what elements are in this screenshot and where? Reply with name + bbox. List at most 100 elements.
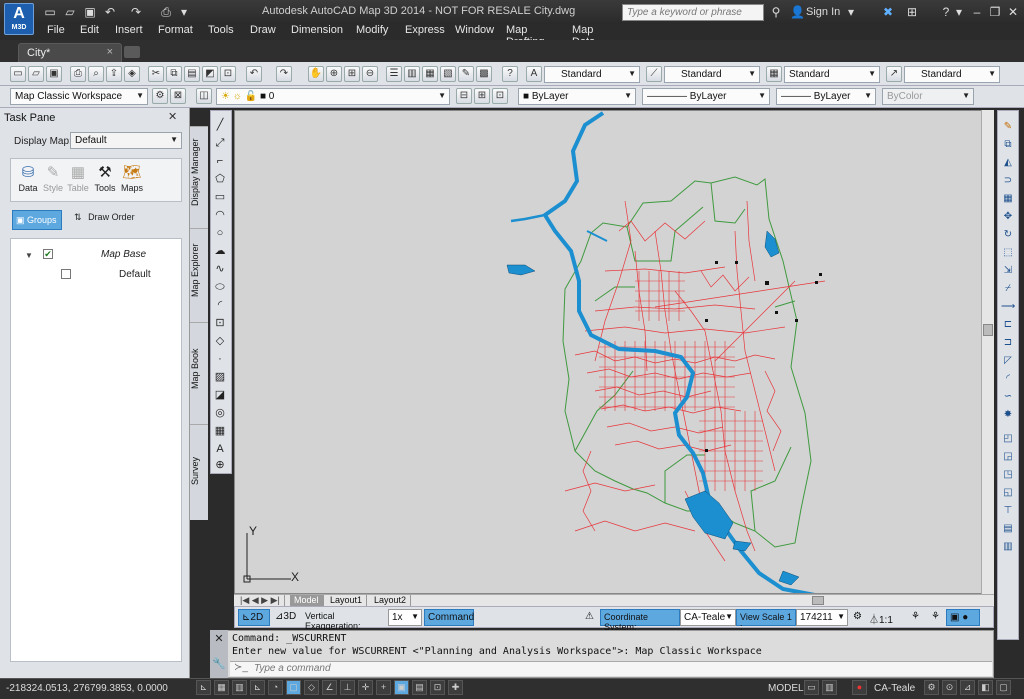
tools-button[interactable]: ⚒ Tools xyxy=(90,163,120,193)
scale-icon[interactable]: ⬚ xyxy=(1001,246,1015,260)
mirror-icon[interactable]: ◭ xyxy=(1001,156,1015,170)
sheet-set-icon[interactable]: ▧ xyxy=(440,66,456,82)
close-tab-icon[interactable]: × xyxy=(107,46,113,58)
lineweight-dropdown[interactable]: ——— ByLayer ▼ xyxy=(776,88,876,105)
point-icon[interactable]: · xyxy=(213,352,227,366)
tab-layout1[interactable]: Layout1 xyxy=(326,595,368,606)
zoom-previous-icon[interactable]: ⊖ xyxy=(362,66,378,82)
command-button[interactable]: Command xyxy=(424,609,474,626)
coordinate-system-dropdown[interactable]: CA-Teale ▼ xyxy=(680,609,736,626)
menu-tools[interactable]: Tools xyxy=(208,24,234,36)
3d-object-snap-icon[interactable]: ◇ xyxy=(304,680,319,695)
draw-order-above-icon[interactable]: ◳ xyxy=(1001,468,1015,482)
lineweight-icon[interactable]: + xyxy=(376,680,391,695)
multileader-style-icon[interactable]: ↗ xyxy=(886,66,902,82)
restore-icon[interactable]: ❐ xyxy=(988,4,1002,20)
hatch-back-icon[interactable]: ▤ xyxy=(1001,522,1015,536)
annotations-front-icon[interactable]: ▥ xyxy=(1001,540,1015,554)
markup-icon[interactable]: ✎ xyxy=(458,66,474,82)
new-tab-button[interactable] xyxy=(124,46,140,58)
vertical-exaggeration-dropdown[interactable]: 1x ▼ xyxy=(388,609,422,626)
help-icon[interactable]: ? xyxy=(502,66,518,82)
menu-format[interactable]: Format xyxy=(158,24,193,36)
model-space-toggle[interactable]: MODEL xyxy=(768,683,804,694)
dynamic-ucs-icon[interactable]: ⊥ xyxy=(340,680,355,695)
object-snap-tracking-icon[interactable]: ∠ xyxy=(322,680,337,695)
table-button[interactable]: ▦ Table xyxy=(63,163,93,193)
workspace-save-icon[interactable]: ⊠ xyxy=(170,88,186,104)
auto-scale-icon[interactable]: ⚘ xyxy=(928,609,946,626)
horizontal-scroll-thumb[interactable] xyxy=(812,596,824,605)
annotation-monitor-icon[interactable]: ✚ xyxy=(448,680,463,695)
view-3d-button[interactable]: ⊿3D xyxy=(272,609,302,626)
layer-dropdown[interactable]: ☀ ☼ 🔓 ■ 0 ▼ xyxy=(216,88,450,105)
menu-modify[interactable]: Modify xyxy=(356,24,388,36)
table-style-dropdown[interactable]: Standard ▼ xyxy=(784,66,880,83)
properties-icon[interactable]: ☰ xyxy=(386,66,402,82)
rotate-icon[interactable]: ↻ xyxy=(1001,228,1015,242)
layer-properties-icon[interactable]: ◫ xyxy=(196,88,212,104)
color-dropdown[interactable]: ■ ByLayer ▼ xyxy=(518,88,636,105)
help-icon[interactable]: ? xyxy=(938,4,954,20)
tool-palettes-icon[interactable]: ▦ xyxy=(422,66,438,82)
command-window-handle[interactable]: ✕ 🔧 xyxy=(210,630,228,678)
draw-order-front-icon[interactable]: ◰ xyxy=(1001,432,1015,446)
plot-icon[interactable]: ⎙ xyxy=(70,66,86,82)
command-input[interactable]: Type a command xyxy=(230,661,992,676)
plot-preview-icon[interactable]: ⌕ xyxy=(88,66,104,82)
make-current-layer-icon[interactable]: ⊟ xyxy=(456,88,472,104)
hardware-acceleration-icon[interactable]: ◧ xyxy=(978,680,993,695)
infer-constraints-icon[interactable]: ⊾ xyxy=(196,680,211,695)
region-icon[interactable]: ◎ xyxy=(213,406,227,420)
ortho-mode-icon[interactable]: ⊾ xyxy=(250,680,265,695)
lock-ui-icon[interactable]: ⊙ xyxy=(942,680,957,695)
binoculars-icon[interactable]: ⚲ xyxy=(768,4,784,20)
vertical-scroll-thumb[interactable] xyxy=(983,324,993,336)
draw-order-below-icon[interactable]: ◱ xyxy=(1001,486,1015,500)
new-file-icon[interactable]: ▭ xyxy=(42,4,58,20)
layout-nav-first-icon[interactable]: |◀ ◀ ▶ ▶| xyxy=(236,595,285,606)
view-scale-dropdown[interactable]: 174211 ▼ xyxy=(796,609,848,626)
arc-icon[interactable]: ◠ xyxy=(213,208,227,222)
tab-survey[interactable]: Survey xyxy=(190,424,208,520)
document-tab-city[interactable]: City* × xyxy=(18,43,122,62)
warning-icon[interactable]: ⚠ xyxy=(582,609,600,626)
new-icon[interactable]: ▭ xyxy=(10,66,26,82)
calculator-icon[interactable]: ▩ xyxy=(476,66,492,82)
print-icon[interactable]: ⎙ xyxy=(158,4,174,20)
hatch-icon[interactable]: ▨ xyxy=(213,370,227,384)
stretch-icon[interactable]: ⇲ xyxy=(1001,264,1015,278)
application-menu-button[interactable]: A M3D xyxy=(4,3,34,35)
redo-icon[interactable]: ↷ xyxy=(276,66,292,82)
publish-icon[interactable]: ⇪ xyxy=(106,66,122,82)
dimension-style-dropdown[interactable]: Standard ▼ xyxy=(664,66,760,83)
vertical-scrollbar[interactable] xyxy=(981,110,994,594)
tab-model[interactable]: Model xyxy=(290,595,324,606)
fillet-icon[interactable]: ◜ xyxy=(1001,372,1015,386)
save-icon[interactable]: ▣ xyxy=(82,4,98,20)
groups-button[interactable]: ▣ Groups xyxy=(12,210,62,230)
gradient-icon[interactable]: ◪ xyxy=(213,388,227,402)
make-block-icon[interactable]: ◇ xyxy=(213,334,227,348)
plot-style-dropdown[interactable]: ByColor ▼ xyxy=(882,88,974,105)
grid-display-icon[interactable]: ▥ xyxy=(232,680,247,695)
layer-states-icon[interactable]: ⊡ xyxy=(492,88,508,104)
block-editor-icon[interactable]: ⊡ xyxy=(220,66,236,82)
tab-display-manager[interactable]: Display Manager xyxy=(190,126,208,222)
explode-icon[interactable]: ✸ xyxy=(1001,408,1015,422)
default-checkbox[interactable] xyxy=(61,269,71,279)
spline-icon[interactable]: ∿ xyxy=(213,262,227,276)
autodesk-app-icon[interactable]: ⊞ xyxy=(904,4,920,20)
3d-dwf-icon[interactable]: ◈ xyxy=(124,66,140,82)
circle-icon[interactable]: ○ xyxy=(213,226,227,240)
wrench-icon[interactable]: 🔧 xyxy=(210,657,228,670)
object-snap-icon[interactable]: ▢ xyxy=(286,680,301,695)
map-base-checkbox[interactable]: ✔ xyxy=(43,249,53,259)
menu-edit[interactable]: Edit xyxy=(80,24,99,36)
open-icon[interactable]: ▱ xyxy=(28,66,44,82)
text-style-dropdown[interactable]: Standard ▼ xyxy=(544,66,640,83)
open-folder-icon[interactable]: ▱ xyxy=(62,4,78,20)
menu-insert[interactable]: Insert xyxy=(115,24,143,36)
tab-map-book[interactable]: Map Book xyxy=(190,322,208,418)
tab-map-explorer[interactable]: Map Explorer xyxy=(190,228,208,316)
